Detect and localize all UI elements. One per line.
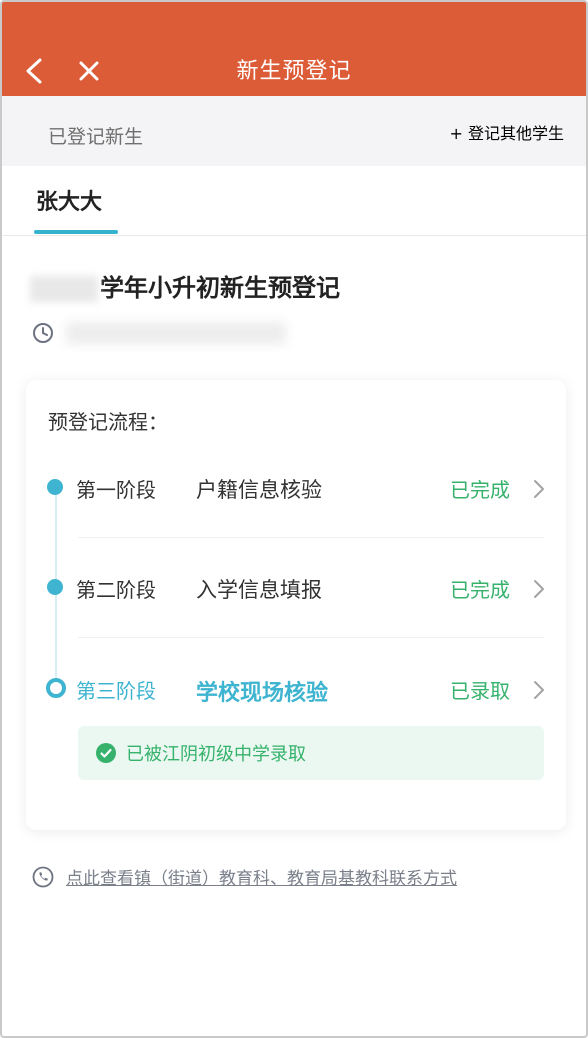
check-circle-icon bbox=[96, 743, 116, 763]
step-name: 入学信息填报 bbox=[196, 578, 322, 602]
step-status: 已完成 bbox=[450, 478, 510, 502]
page-title-text: 学年小升初新生预登记 bbox=[100, 274, 340, 302]
step-done-dot-icon bbox=[47, 479, 63, 495]
redacted-year bbox=[30, 276, 98, 302]
step-name: 学校现场核验 bbox=[196, 681, 329, 706]
redacted-submit-time bbox=[66, 322, 286, 344]
process-step-3[interactable]: 第三阶段 学校现场核验 已录取 bbox=[26, 669, 566, 709]
process-heading: 预登记流程： bbox=[48, 410, 168, 434]
submit-time-row bbox=[32, 322, 286, 344]
step-name: 户籍信息核验 bbox=[196, 478, 322, 502]
step-status: 已录取 bbox=[450, 679, 510, 703]
page-title: 学年小升初新生预登记 bbox=[30, 268, 340, 303]
add-other-student-button[interactable]: + 登记其他学生 bbox=[449, 120, 564, 144]
add-other-student-label: 登记其他学生 bbox=[467, 124, 564, 143]
registration-process-card: 预登记流程： 第一阶段 户籍信息核验 已完成 第二阶段 入学信息填报 已完成 第… bbox=[26, 380, 566, 830]
tab-student[interactable]: 张大大 bbox=[36, 184, 102, 216]
step-stage: 第一阶段 bbox=[76, 478, 156, 502]
step-done-dot-icon bbox=[47, 579, 63, 595]
chevron-right-icon bbox=[534, 480, 544, 498]
contact-info-link[interactable]: 点此查看镇（街道）教育科、教育局基教科联系方式 bbox=[66, 864, 457, 889]
app-frame: 新生预登记 已登记新生 + 登记其他学生 张大大 学年小升初新生预登记 预登记流… bbox=[0, 0, 588, 1038]
clock-icon bbox=[33, 323, 53, 343]
step-status: 已完成 bbox=[450, 578, 510, 602]
phone-icon bbox=[32, 866, 54, 887]
registered-students-label: 已登记新生 bbox=[48, 126, 144, 148]
chevron-right-icon bbox=[534, 681, 544, 699]
step-stage: 第三阶段 bbox=[76, 679, 156, 703]
admission-notice: 已被江阴初级中学录取 bbox=[78, 726, 544, 780]
active-tab-indicator bbox=[34, 230, 118, 234]
admission-notice-text: 已被江阴初级中学录取 bbox=[126, 744, 306, 765]
chevron-right-icon bbox=[534, 580, 544, 598]
step-current-ring-icon bbox=[46, 678, 66, 698]
step-divider bbox=[78, 537, 544, 538]
page-header-title: 新生预登记 bbox=[236, 59, 352, 84]
contact-info-row[interactable]: 点此查看镇（街道）教育科、教育局基教科联系方式 bbox=[32, 864, 457, 889]
process-step-1[interactable]: 第一阶段 户籍信息核验 已完成 bbox=[26, 468, 566, 508]
step-stage: 第二阶段 bbox=[76, 578, 156, 602]
process-step-2[interactable]: 第二阶段 入学信息填报 已完成 bbox=[26, 568, 566, 608]
header-bar: 新生预登记 bbox=[2, 2, 586, 96]
plus-icon: + bbox=[449, 124, 463, 143]
step-divider bbox=[78, 637, 544, 638]
